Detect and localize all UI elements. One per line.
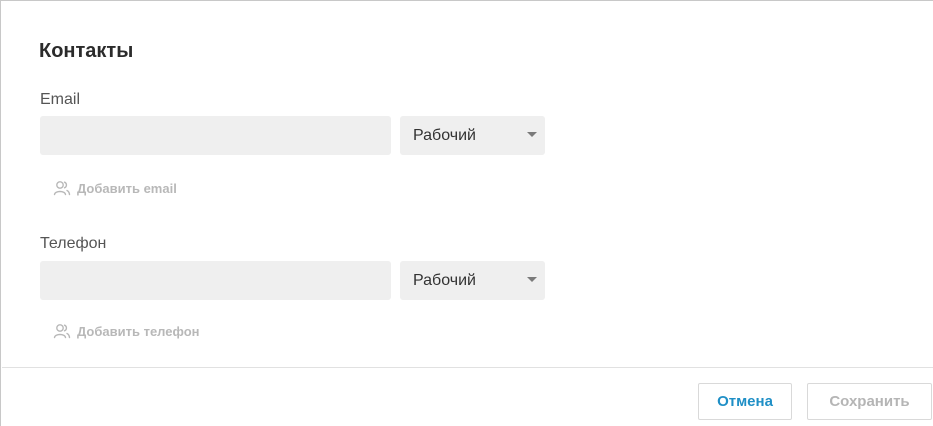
add-email-button[interactable]: Добавить email bbox=[53, 178, 177, 198]
contacts-dialog: Контакты Email Рабочий Добавить email Те… bbox=[0, 0, 933, 426]
footer-divider bbox=[2, 367, 933, 368]
email-type-value: Рабочий bbox=[413, 127, 476, 144]
caret-down-icon bbox=[527, 132, 537, 137]
caret-down-icon bbox=[527, 277, 537, 282]
add-email-label: Добавить email bbox=[77, 180, 177, 196]
add-phone-button[interactable]: Добавить телефон bbox=[53, 321, 199, 341]
save-button[interactable]: Сохранить bbox=[807, 383, 932, 420]
phone-type-select[interactable]: Рабочий bbox=[400, 261, 545, 300]
cancel-button[interactable]: Отмена bbox=[698, 383, 792, 420]
phone-input[interactable] bbox=[40, 261, 391, 300]
phone-type-value: Рабочий bbox=[413, 272, 476, 289]
add-phone-label: Добавить телефон bbox=[77, 323, 200, 339]
phone-label: Телефон bbox=[40, 235, 107, 252]
users-icon bbox=[53, 181, 71, 196]
dialog-title: Контакты bbox=[39, 40, 134, 62]
email-input[interactable] bbox=[40, 116, 391, 155]
email-type-select[interactable]: Рабочий bbox=[400, 116, 545, 155]
email-label: Email bbox=[40, 91, 81, 108]
users-icon bbox=[53, 324, 71, 339]
